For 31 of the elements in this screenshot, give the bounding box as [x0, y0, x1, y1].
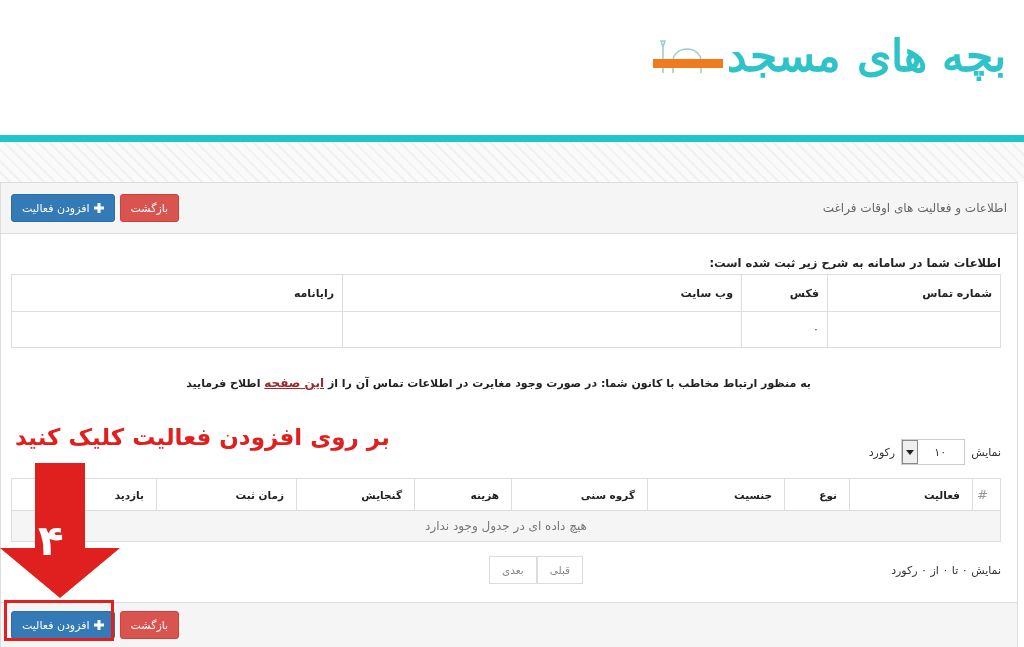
instruction-annotation: بر روی افزودن فعالیت کلیک کنید — [15, 424, 390, 450]
column-header[interactable]: جنسیت — [647, 478, 785, 511]
column-header[interactable]: زمان ثبت — [156, 478, 297, 511]
add-activity-button[interactable]: افزودن فعالیت — [11, 611, 115, 639]
plus-icon — [93, 620, 104, 630]
column-header: فکس — [741, 274, 828, 312]
column-header: وب سایت — [342, 274, 742, 312]
pagination-button[interactable]: قبلی — [536, 556, 584, 584]
column-header: شماره تماس — [827, 274, 1001, 312]
table-info: نمایش ۰ تا ۰ از ۰ رکورد — [891, 563, 1001, 577]
records-label: رکورد — [868, 445, 896, 459]
table-cell: ۰ — [741, 311, 828, 348]
column-header: رایانامه — [11, 274, 343, 312]
pagination-button[interactable]: بعدی — [489, 556, 537, 584]
notice-text: به منظور ارتباط مخاطب با کانون شما: در صورت وجود مغایرت در اطلاعات تماس آن را از این صفحه اطلاح فرمایید — [185, 376, 811, 390]
logo-text: بچه های مسجد — [727, 29, 1006, 81]
column-header[interactable]: فعالیت — [849, 478, 973, 511]
column-header[interactable]: گنجایش — [296, 478, 415, 511]
back-button[interactable]: بازگشت — [119, 611, 180, 639]
column-header[interactable]: نوع — [784, 478, 850, 511]
step-number: ۴ — [38, 520, 64, 562]
back-button[interactable]: بازگشت — [119, 194, 180, 222]
show-label: نمایش — [971, 445, 1001, 459]
column-header[interactable]: گروه سنی — [511, 478, 648, 511]
add-activity-button[interactable]: افزودن فعالیت — [11, 194, 115, 222]
plus-icon — [93, 203, 104, 213]
info-heading: اطلاعات شما در سامانه به شرح زیر ثبت شده است: — [708, 256, 1001, 270]
panel-title: اطلاعات و فعالیت های اوقات فراغت — [822, 201, 1007, 215]
page-link[interactable]: این صفحه — [264, 376, 325, 390]
page-size-select[interactable]: ۱۰ — [901, 439, 966, 465]
column-header[interactable]: هزینه — [414, 478, 512, 511]
